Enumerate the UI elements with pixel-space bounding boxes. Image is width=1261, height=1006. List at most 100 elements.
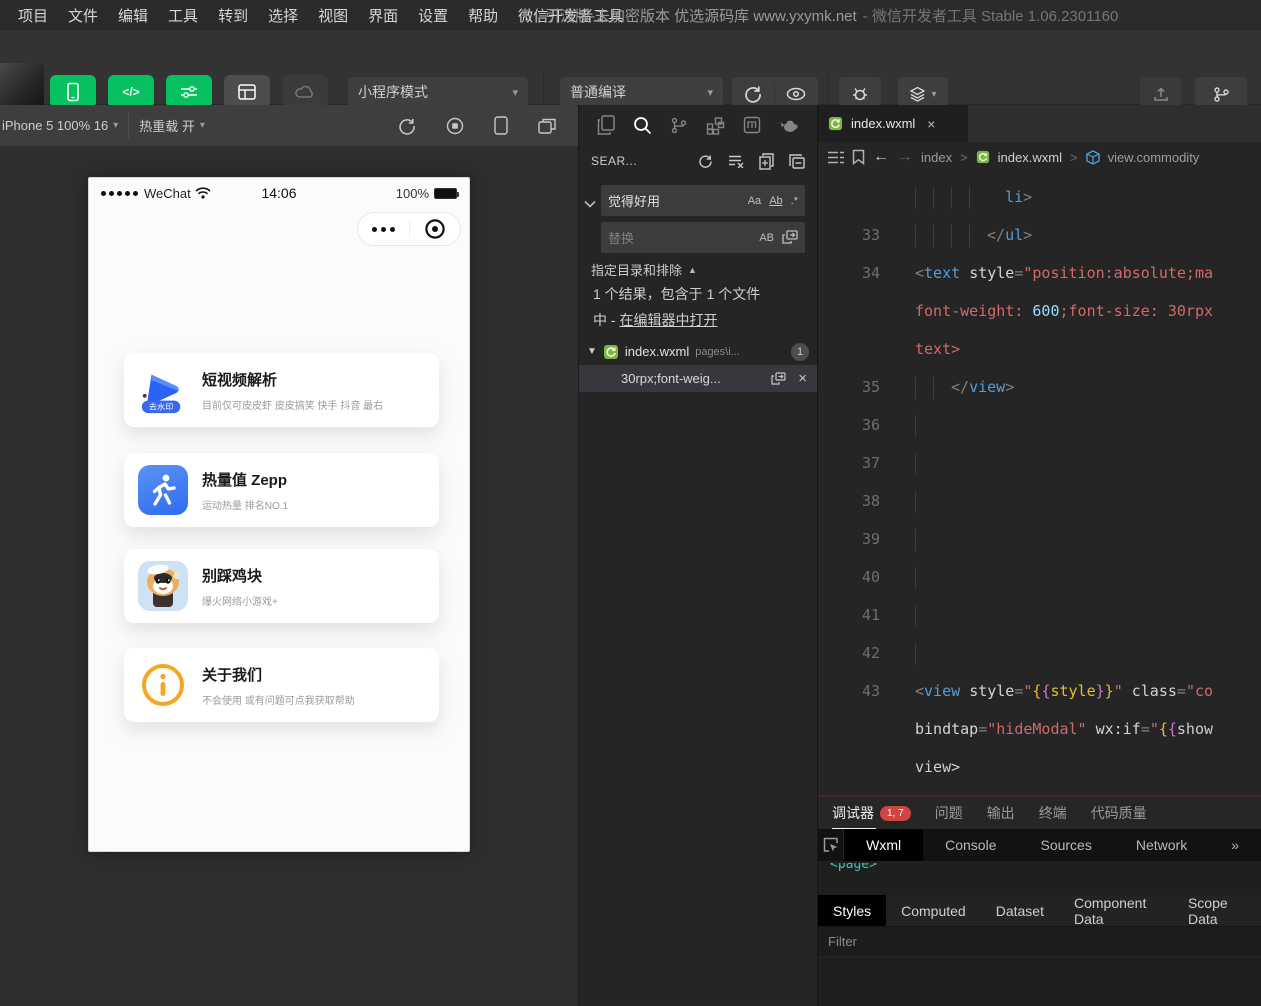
menu-item[interactable]: 选择 [258, 5, 308, 26]
replace-all-icon[interactable] [782, 230, 798, 245]
styles-filter-input[interactable]: Filter [818, 927, 1261, 957]
list-item-about[interactable]: 关于我们 不会使用 或有问题可点我获取帮助 [124, 648, 439, 722]
regex-icon[interactable]: .* [791, 195, 798, 207]
close-tab-icon[interactable]: × [927, 116, 935, 132]
refresh-search-icon[interactable] [698, 154, 713, 169]
card-title: 短视频解析 [202, 369, 383, 390]
result-match-row[interactable]: 30rpx;font-weig... × [579, 365, 817, 392]
replace-one-icon[interactable] [771, 372, 786, 386]
clear-results-icon[interactable] [728, 154, 744, 168]
breadcrumb-index[interactable]: index [921, 150, 952, 165]
record-icon[interactable] [446, 117, 464, 135]
device-selector[interactable]: iPhone 5 100% 16 ▾ [0, 105, 128, 146]
code-area[interactable]: li>33</ul>34<text style="position:absolu… [818, 172, 1261, 795]
devtools-tab-row: Wxml ConsoleSourcesNetwork» [818, 829, 1261, 861]
inspect-element-icon[interactable] [818, 829, 844, 861]
match-case-icon[interactable]: Aa [748, 195, 761, 207]
chevron-expanded-icon: ▼ [587, 346, 597, 357]
npm-panel-icon[interactable] [743, 116, 761, 134]
toolbar: 模拟器 </> 编辑器 调试器 可视化 云开发 小程序模式 ▾ [0, 30, 1261, 105]
styles-panel-tab[interactable]: Component Data [1059, 895, 1173, 926]
menu-item[interactable]: 工具 [158, 5, 208, 26]
code-line: 33</ul> [818, 216, 1261, 254]
styles-panel-tab[interactable]: Scope Data [1173, 895, 1261, 926]
refresh-icon [744, 85, 762, 103]
replace-input[interactable]: 替换 AB [601, 222, 805, 253]
teapot-icon[interactable] [779, 118, 799, 133]
error-warning-badge: 1, 7 [880, 806, 911, 821]
devtools-tab-wxml[interactable]: Wxml [844, 829, 923, 861]
outline-icon[interactable] [828, 151, 844, 164]
devtools-tab[interactable]: Sources [1018, 829, 1113, 861]
search-input[interactable]: 觉得好用 Aa Ab .* [601, 185, 805, 216]
tab-index-wxml[interactable]: index.wxml × [818, 105, 968, 142]
menu-item[interactable]: 视图 [308, 5, 358, 26]
phone-icon [65, 82, 81, 102]
list-item-game[interactable]: 别踩鸡块 爆火网络小游戏+ [124, 549, 439, 623]
window-title: 引流版-未加密版本 优选源码库 www.yxymk.net - 微信开发者工具 … [545, 0, 1118, 30]
replace-placeholder: 替换 [608, 228, 634, 247]
search-icon[interactable] [633, 116, 652, 135]
debugger-panel-tab[interactable]: 问题 [935, 803, 963, 823]
code-line: view> [818, 748, 1261, 786]
menu-item[interactable]: 项目 [8, 5, 58, 26]
walker-icon [138, 465, 188, 515]
toggle-replace-chevron[interactable] [584, 200, 596, 208]
devtools-tab[interactable]: Network [1114, 829, 1209, 861]
wxml-tree-partial: <page> [830, 863, 877, 877]
list-item-calorie-zepp[interactable]: 热量值 Zepp 运动热量 排名NO.1 [124, 453, 439, 527]
include-exclude-toggle[interactable]: 指定目录和排除 ▲ [591, 260, 697, 279]
menu-item[interactable]: 编辑 [108, 5, 158, 26]
tab-debugger[interactable]: 调试器 1, 7 [832, 803, 911, 823]
styles-panel-tab[interactable]: Computed [886, 895, 981, 926]
battery-percent: 100% [396, 186, 429, 201]
dismiss-match-icon[interactable]: × [798, 370, 807, 387]
chevron-down-icon: ▾ [200, 120, 205, 131]
styles-panel-tab[interactable]: Dataset [981, 895, 1059, 926]
line-number [818, 178, 880, 216]
svg-text:去水印: 去水印 [149, 402, 173, 412]
detach-window-icon[interactable] [538, 118, 556, 134]
code-line: 43<view style="{{style}}" class="co [818, 672, 1261, 710]
close-capsule-button[interactable] [410, 218, 461, 240]
breadcrumb-symbol[interactable]: view.commodity [1108, 150, 1200, 165]
code-line: 39 [818, 520, 1261, 558]
collapse-all-icon[interactable] [789, 154, 805, 169]
result-file-row[interactable]: ▼ index.wxml pages\i... 1 [579, 338, 817, 365]
hot-reload-toggle[interactable]: 热重载 开 ▾ [129, 105, 215, 146]
debugger-panel-tab[interactable]: 输出 [987, 803, 1015, 823]
tab-styles[interactable]: Styles [818, 895, 886, 926]
menu-item[interactable]: 帮助 [458, 5, 508, 26]
devtools-tab[interactable]: Console [923, 829, 1018, 861]
source-control-icon[interactable] [670, 116, 688, 135]
device-frame-icon[interactable] [494, 116, 508, 135]
status-bar: WeChat 14:06 100% [89, 178, 469, 208]
line-number: 43 [818, 672, 880, 710]
back-icon[interactable]: ← [873, 148, 889, 166]
whole-word-icon[interactable]: Ab [769, 195, 782, 207]
git-branch-icon [1213, 86, 1230, 103]
debugger-panel-tab[interactable]: 终端 [1039, 803, 1067, 823]
mode-select[interactable]: 小程序模式 ▾ [348, 77, 528, 107]
open-in-editor-link[interactable]: 在编辑器中打开 [619, 312, 717, 328]
code-line: 37 [818, 444, 1261, 482]
menu-item[interactable]: 界面 [358, 5, 408, 26]
menu-item[interactable]: 转到 [208, 5, 258, 26]
styles-tab-row: Styles ComputedDatasetComponent DataScop… [818, 895, 1261, 927]
extensions-icon[interactable] [706, 116, 725, 135]
breadcrumb-file[interactable]: index.wxml [998, 150, 1062, 165]
menu-item[interactable]: 设置 [408, 5, 458, 26]
bookmark-icon[interactable] [852, 149, 865, 165]
forward-icon[interactable]: → [897, 148, 913, 166]
code-line: 36 [818, 406, 1261, 444]
debugger-panel-tab[interactable]: 代码质量 [1091, 803, 1147, 823]
restart-icon[interactable] [398, 117, 416, 135]
new-search-editor-icon[interactable] [759, 153, 774, 170]
list-item-video-parse[interactable]: 去水印 短视频解析 目前仅可皮皮虾 皮皮搞笑 快手 抖音 最右 [124, 353, 439, 427]
preserve-case-icon[interactable]: AB [759, 232, 774, 244]
files-icon[interactable] [597, 115, 615, 135]
more-menu-button[interactable] [358, 227, 409, 232]
devtools-tab[interactable]: » [1209, 829, 1261, 861]
compile-mode-select[interactable]: 普通编译 ▾ [560, 77, 723, 107]
menu-item[interactable]: 文件 [58, 5, 108, 26]
